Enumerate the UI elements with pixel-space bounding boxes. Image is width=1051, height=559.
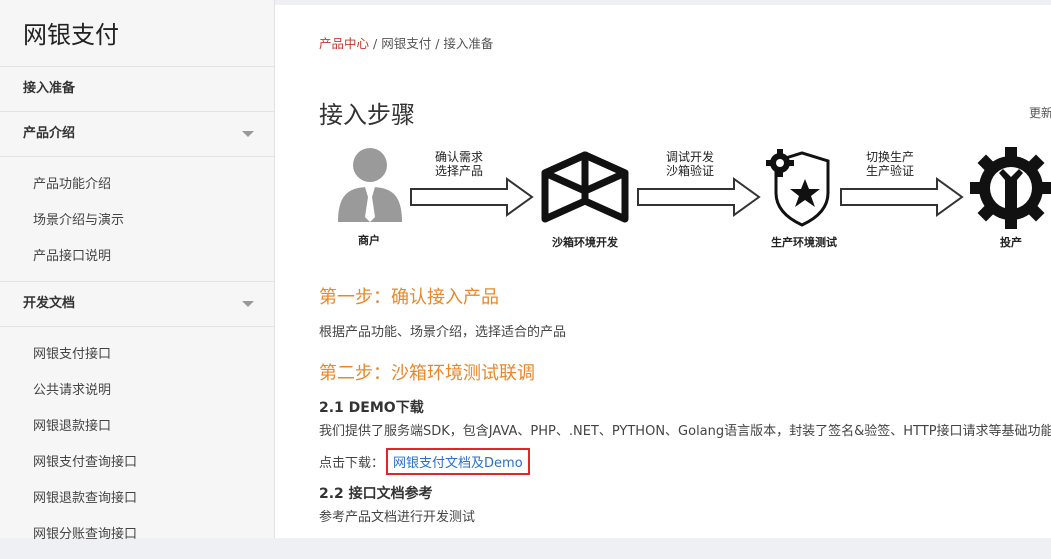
sidebar-section-dev-docs[interactable]: 开发文档: [0, 282, 274, 327]
sidebar-item-scenario-demo[interactable]: 场景介绍与演示: [0, 203, 274, 239]
sidebar-item-common-request[interactable]: 公共请求说明: [0, 373, 274, 409]
sidebar-item-refund-query-api[interactable]: 网银退款查询接口: [0, 481, 274, 517]
flow-node-label-merchant: 商户: [358, 233, 380, 247]
flow-arrow-label: 切换生产: [866, 150, 914, 164]
gear-shield-icon: [766, 149, 830, 227]
breadcrumb-home-link[interactable]: 产品中心: [319, 36, 369, 51]
download-label: 点击下载：: [319, 456, 385, 471]
sidebar-section-label: 产品介绍: [23, 126, 76, 141]
sidebar-title: 网银支付: [0, 0, 274, 67]
page-title: 接入步骤: [319, 101, 415, 129]
sidebar-item-split-query-api[interactable]: 网银分账查询接口: [0, 517, 274, 553]
breadcrumb-separator: /: [435, 36, 440, 51]
api-doc-reference-heading: 2.2 接口文档参考: [319, 486, 433, 502]
sdk-description: 我们提供了服务端SDK，包含JAVA、PHP、.NET、PYTHON、Golan…: [319, 424, 1051, 439]
main-content: 产品中心 / 网银支付 / 接入准备 接入步骤 更新 商户 确认需求 选择产品 …: [275, 5, 1051, 538]
arrow-icon: [840, 177, 964, 217]
chevron-down-icon: [242, 301, 254, 307]
sidebar-submenu-product-intro: 产品功能介绍 场景介绍与演示 产品接口说明: [0, 157, 274, 282]
sidebar-item-product-api[interactable]: 产品接口说明: [0, 239, 274, 275]
step2-heading: 第二步：沙箱环境测试联调: [319, 363, 535, 384]
sidebar-section-label: 开发文档: [23, 296, 76, 311]
flow-arrow-label: 选择产品: [435, 164, 483, 178]
sidebar-item-payment-query-api[interactable]: 网银支付查询接口: [0, 445, 274, 481]
sidebar-submenu-dev-docs: 网银支付接口 公共请求说明 网银退款接口 网银支付查询接口 网银退款查询接口 网…: [0, 327, 274, 559]
flow-arrow-label: 沙箱验证: [666, 163, 714, 178]
flow-node-label-production-test: 生产环境测试: [771, 235, 837, 249]
sidebar-item-access-prep[interactable]: 接入准备: [0, 67, 274, 112]
breadcrumb-current: 接入准备: [443, 36, 494, 51]
access-flow-diagram: 商户 确认需求 选择产品 沙箱环境开发 调试开发 沙箱验证 生产环境测试 切换生…: [338, 147, 1051, 249]
flow-arrow-label: 调试开发: [666, 149, 714, 164]
breadcrumb: 产品中心 / 网银支付 / 接入准备: [319, 33, 493, 52]
sidebar-item-payment-api[interactable]: 网银支付接口: [0, 337, 274, 373]
sidebar-item-label: 接入准备: [23, 81, 76, 96]
box-icon: [541, 151, 629, 223]
update-label[interactable]: 更新: [1029, 104, 1051, 121]
flow-arrow-label: 生产验证: [866, 163, 914, 178]
api-doc-reference-description: 参考产品文档进行开发测试: [319, 510, 476, 525]
sidebar-item-refund-api[interactable]: 网银退款接口: [0, 409, 274, 445]
flow-arrow-label: 确认需求: [435, 150, 483, 164]
gear-wrench-icon: [970, 147, 1051, 229]
flow-node-label-go-live: 投产: [1000, 235, 1022, 249]
step1-description: 根据产品功能、场景介绍，选择适合的产品: [319, 325, 567, 340]
demo-download-heading: 2.1 DEMO下载: [319, 400, 424, 416]
breadcrumb-level2[interactable]: 网银支付: [381, 36, 431, 51]
sidebar-section-product-intro[interactable]: 产品介绍: [0, 112, 274, 157]
breadcrumb-separator: /: [373, 36, 378, 51]
download-row: 点击下载： 网银支付文档及Demo: [319, 448, 530, 475]
sidebar-item-product-features[interactable]: 产品功能介绍: [0, 167, 274, 203]
arrow-icon: [637, 177, 761, 217]
sidebar: 网银支付 接入准备 产品介绍 产品功能介绍 场景介绍与演示 产品接口说明 开发文…: [0, 0, 275, 542]
chevron-down-icon: [242, 131, 254, 137]
arrow-icon: [410, 177, 534, 217]
flow-node-label-sandbox: 沙箱环境开发: [552, 235, 619, 249]
demo-download-link[interactable]: 网银支付文档及Demo: [386, 448, 530, 475]
merchant-icon: [338, 148, 402, 222]
step1-heading: 第一步：确认接入产品: [319, 287, 499, 308]
